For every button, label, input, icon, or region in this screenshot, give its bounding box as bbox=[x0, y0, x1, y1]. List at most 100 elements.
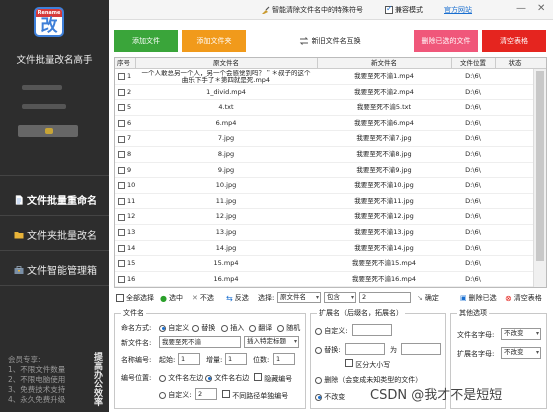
pos-left-radio[interactable] bbox=[159, 374, 166, 382]
row-checkbox[interactable] bbox=[118, 244, 125, 252]
table-row[interactable]: 16 16.mp4 我要至死不渝16.mp4 D:\6\ bbox=[115, 272, 534, 287]
remove-selected-button[interactable]: 删除已选的文件 bbox=[414, 30, 478, 52]
mode-option[interactable]: 替换 bbox=[192, 323, 215, 333]
add-file-button[interactable]: 添加文件 bbox=[114, 30, 178, 52]
table-row[interactable]: 14 14.jpg 我要至死不渝14.jpg D:\6\ bbox=[115, 241, 534, 257]
row-checkbox[interactable] bbox=[118, 229, 125, 237]
header-no[interactable]: 序号 bbox=[117, 59, 133, 68]
compat-mode-option[interactable]: 兼容模式 bbox=[385, 4, 423, 15]
deselect-button[interactable]: ✕ 不选 bbox=[192, 293, 214, 303]
select-button[interactable]: ● 选中 bbox=[160, 293, 183, 303]
hide-number-option[interactable]: 隐藏编号 bbox=[254, 373, 292, 384]
ext-delete-radio[interactable] bbox=[315, 376, 322, 384]
table-row[interactable]: 5 4.txt 我要至死不渝5.txt D:\6\ bbox=[115, 100, 534, 116]
ext-custom-radio[interactable] bbox=[315, 327, 322, 335]
row-checkbox[interactable] bbox=[118, 151, 125, 159]
ext-custom-input[interactable] bbox=[352, 324, 392, 336]
table-row[interactable]: 2 1_divid.mp4 我要至死不渝2.mp4 D:\6\ bbox=[115, 85, 534, 101]
name-case-select[interactable]: 不改变 ▾ bbox=[501, 328, 541, 340]
table-row[interactable]: 8 8.jpg 我要至死不渝8.jpg D:\6\ bbox=[115, 147, 534, 163]
ext-keep-option[interactable]: 不改变 bbox=[315, 392, 345, 402]
mode-option[interactable]: 自定义 bbox=[159, 323, 189, 333]
table-row[interactable]: 1 一个人敢总另一个人，另一个会感觉到吗？＂＊叔子的这个 曲乐下手了＊第四就是死.m… bbox=[115, 69, 534, 85]
mode-option[interactable]: 翻译 bbox=[249, 323, 272, 333]
row-checkbox[interactable] bbox=[118, 276, 125, 284]
mode-radio[interactable] bbox=[249, 324, 256, 332]
field-select[interactable]: 原文件名 ▾ bbox=[277, 292, 321, 303]
row-checkbox[interactable] bbox=[118, 213, 125, 221]
row-checkbox[interactable] bbox=[118, 73, 125, 81]
sidebar-item-file-manager[interactable]: 文件智能管理箱 bbox=[14, 262, 97, 277]
operator-select[interactable]: 包含 ▾ bbox=[324, 292, 356, 303]
pos-right-option[interactable]: 文件名右边 bbox=[205, 373, 249, 383]
table-row[interactable]: 7 7.jpg 我要至死不渝7.jpg D:\6\ bbox=[115, 131, 534, 147]
table-row[interactable]: 13 13.jpg 我要至死不渝13.jpg D:\6\ bbox=[115, 225, 534, 241]
compat-mode-checkbox[interactable] bbox=[385, 4, 393, 14]
custom-pos-option[interactable]: 自定义: bbox=[159, 390, 192, 400]
official-site-link[interactable]: 官方网站 bbox=[444, 5, 472, 15]
add-folder-button[interactable]: 添加文件夹 bbox=[182, 30, 246, 52]
header-original-name[interactable]: 原文件名 bbox=[137, 59, 315, 68]
ext-replace-option[interactable]: 替换: bbox=[315, 345, 341, 355]
select-all-option[interactable]: 全部选择 bbox=[116, 293, 154, 303]
header-status[interactable]: 状态 bbox=[497, 59, 533, 68]
confirm-button[interactable]: ↘ 确定 bbox=[417, 293, 439, 303]
digits-input[interactable]: 1 bbox=[273, 353, 295, 365]
sidebar-item-folder-rename[interactable]: 文件夹批量改名 bbox=[14, 227, 97, 242]
row-checkbox[interactable] bbox=[118, 135, 125, 143]
new-name-input[interactable]: 我要至死不渝 bbox=[159, 336, 241, 348]
row-checkbox[interactable] bbox=[118, 88, 125, 96]
row-checkbox[interactable] bbox=[118, 260, 125, 268]
sidebar-item-file-rename[interactable]: 文件批量重命名 bbox=[14, 192, 97, 207]
insert-special-select[interactable]: 插入特定标题 ▾ bbox=[244, 336, 299, 348]
start-input[interactable]: 1 bbox=[178, 353, 200, 365]
table-row[interactable]: 15 15.mp4 我要至死不渝15.mp4 D:\6\ bbox=[115, 256, 534, 272]
close-button[interactable]: ✕ bbox=[537, 3, 545, 15]
smart-clear-option[interactable]: 智能清除文件名中的特殊符号 bbox=[261, 5, 363, 15]
mode-radio[interactable] bbox=[277, 324, 284, 332]
invert-button[interactable]: ⇆ 反选 bbox=[226, 293, 249, 303]
case-sensitive-option[interactable]: 区分大小写 bbox=[345, 359, 390, 370]
table-row[interactable]: 10 10.jpg 我要至死不渝10.jpg D:\6\ bbox=[115, 178, 534, 194]
pos-right-radio[interactable] bbox=[205, 374, 212, 382]
step-input[interactable]: 1 bbox=[225, 353, 247, 365]
mode-radio[interactable] bbox=[192, 324, 199, 332]
mode-option[interactable]: 随机 bbox=[277, 323, 300, 333]
table-row[interactable]: 6 6.mp4 我要至死不渝6.mp4 D:\6\ bbox=[115, 116, 534, 132]
table-row[interactable]: 9 9.jpg 我要至死不渝9.jpg D:\6\ bbox=[115, 163, 534, 179]
pos-left-option[interactable]: 文件名左边 bbox=[159, 373, 203, 383]
ext-case-select[interactable]: 不改变 ▾ bbox=[501, 347, 541, 359]
scrollbar-thumb[interactable] bbox=[536, 71, 544, 261]
ext-replace-radio[interactable] bbox=[315, 346, 322, 354]
row-checkbox[interactable] bbox=[118, 120, 125, 128]
custom-pos-input[interactable]: 2 bbox=[195, 388, 217, 400]
header-location[interactable]: 文件位置 bbox=[453, 59, 493, 68]
custom-pos-radio[interactable] bbox=[159, 391, 166, 399]
ext-custom-option[interactable]: 自定义: bbox=[315, 326, 348, 336]
row-checkbox[interactable] bbox=[118, 104, 125, 112]
mode-radio[interactable] bbox=[159, 324, 166, 332]
separate-path-option[interactable]: 不同路径单独编号 bbox=[222, 390, 288, 401]
mode-option[interactable]: 插入 bbox=[221, 323, 244, 333]
row-checkbox[interactable] bbox=[118, 166, 125, 174]
swap-names-button[interactable]: 新旧文件名互换 bbox=[290, 30, 370, 52]
ext-keep-radio[interactable] bbox=[315, 393, 322, 401]
row-checkbox[interactable] bbox=[118, 198, 125, 206]
minimize-button[interactable]: — bbox=[516, 3, 526, 15]
hide-number-checkbox[interactable] bbox=[254, 373, 262, 381]
delete-selected-button[interactable]: ▣ 删除已选 bbox=[460, 293, 497, 303]
table-scrollbar[interactable] bbox=[533, 69, 546, 287]
ext-replace-to-input[interactable] bbox=[401, 343, 441, 355]
ext-replace-from-input[interactable] bbox=[345, 343, 385, 355]
clear-table-action[interactable]: ⊗ 清空表格 bbox=[505, 293, 542, 303]
table-row[interactable]: 11 11.jpg 我要至死不渝11.jpg D:\6\ bbox=[115, 194, 534, 210]
table-row[interactable]: 12 12.jpg 我要至死不渝12.jpg D:\6\ bbox=[115, 209, 534, 225]
case-sensitive-checkbox[interactable] bbox=[345, 359, 353, 367]
separate-path-checkbox[interactable] bbox=[222, 390, 230, 398]
clear-table-button[interactable]: 清空表格 bbox=[482, 30, 546, 52]
mode-radio[interactable] bbox=[221, 324, 228, 332]
match-input[interactable]: 2 bbox=[359, 292, 411, 303]
row-checkbox[interactable] bbox=[118, 182, 125, 190]
header-new-name[interactable]: 新文件名 bbox=[319, 59, 449, 68]
select-all-checkbox[interactable] bbox=[116, 294, 124, 302]
